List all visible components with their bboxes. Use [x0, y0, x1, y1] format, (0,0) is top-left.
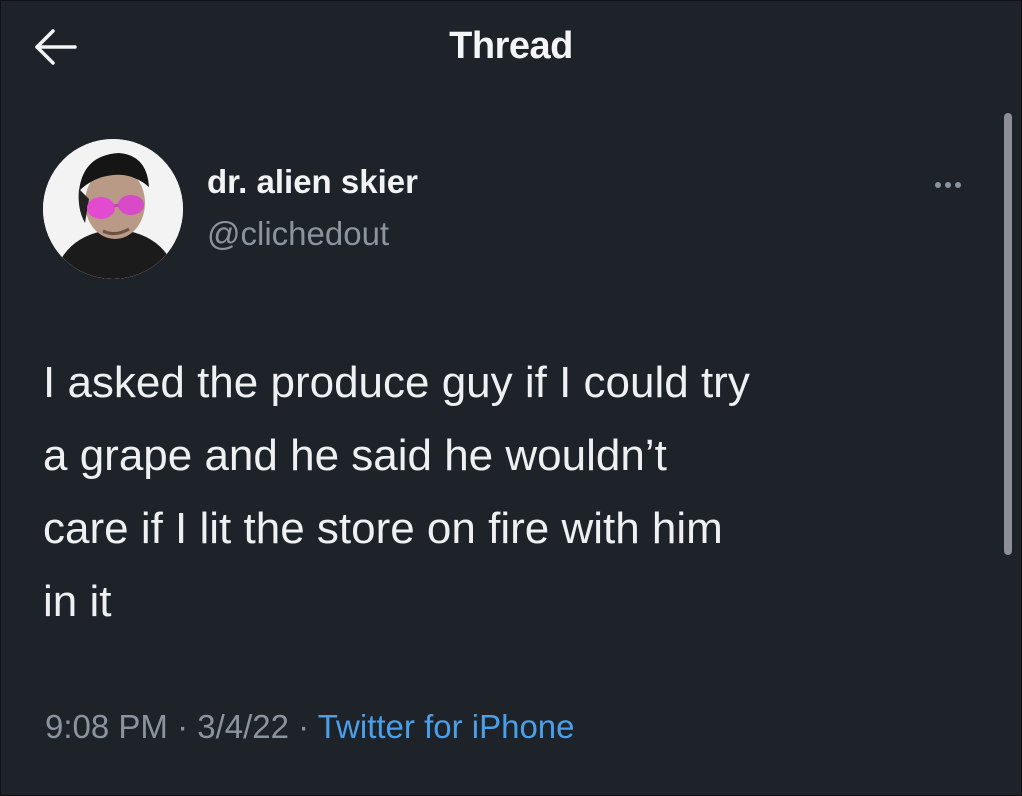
tweet-meta: 9:08 PM · 3/4/22 · Twitter for iPhone	[45, 708, 575, 746]
tweet-time: 9:08 PM	[45, 708, 168, 745]
tweet-source-link[interactable]: Twitter for iPhone	[318, 708, 575, 745]
tweet-date: 3/4/22	[197, 708, 289, 745]
meta-separator: ·	[288, 708, 318, 745]
page-title: Thread	[449, 25, 573, 67]
more-dots-icon	[935, 182, 961, 188]
more-options-button[interactable]	[926, 173, 970, 197]
avatar[interactable]	[43, 139, 183, 279]
tweet-text: I asked the produce guy if I could try a…	[43, 358, 750, 626]
author-display-name[interactable]: dr. alien skier	[207, 163, 418, 201]
author-handle[interactable]: @clichedout	[207, 215, 389, 253]
scrollbar-thumb[interactable]	[1004, 113, 1012, 555]
avatar-image	[43, 139, 183, 279]
meta-separator: ·	[167, 708, 198, 745]
header-bar: Thread	[1, 1, 1021, 93]
thread-screen: Thread dr. alien skier @clichedout I ask…	[0, 0, 1022, 796]
